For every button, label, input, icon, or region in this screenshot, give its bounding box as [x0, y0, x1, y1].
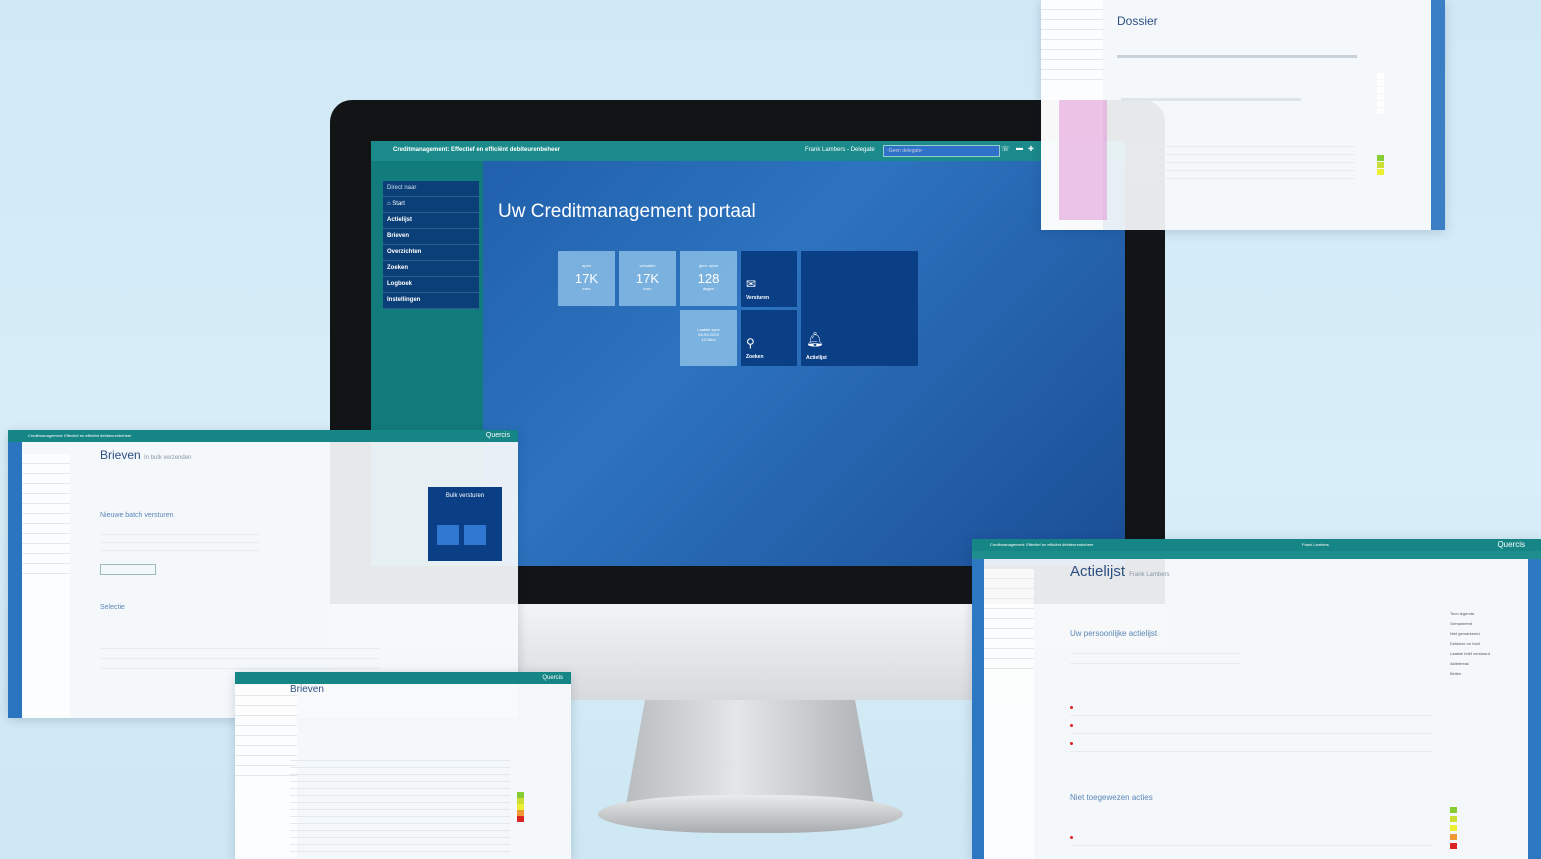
overview-legend — [517, 712, 527, 823]
envelope-icon: ✉ — [746, 277, 757, 291]
batch-title: Nieuwe batch versturen — [100, 512, 174, 519]
nav-item-logboek[interactable]: Logboek — [383, 277, 479, 293]
app-header: Creditmanagement: Effectief en efficiënt… — [371, 141, 1125, 161]
nav-item-instellingen[interactable]: Instellingen — [383, 293, 479, 309]
tile-actielijst[interactable]: 🔔︎ Actielijst — [801, 251, 918, 366]
flag-nl-icon[interactable]: ▬ — [1016, 145, 1023, 152]
dossier-scrollbar[interactable] — [1431, 0, 1445, 230]
pink-highlight — [1059, 100, 1107, 220]
brieven-overview-window: Quercis Brieven — [235, 672, 571, 859]
dossier-title: Dossier — [1117, 14, 1158, 28]
nav-header: Direct naar — [383, 181, 479, 197]
nav-item-actielijst[interactable]: Actielijst — [383, 213, 479, 229]
bell-icon: 🔔︎ — [806, 331, 824, 347]
dossier-legend — [1377, 72, 1387, 175]
selectie-title: Selectie — [100, 604, 125, 611]
monitor-base — [598, 795, 903, 833]
start-button[interactable] — [100, 564, 156, 575]
tile-open[interactable]: open 17K euro — [558, 251, 615, 306]
nav-item-brieven[interactable]: Brieven — [383, 229, 479, 245]
bulk-versturen-panel: Bulk versturen — [428, 487, 502, 561]
overview-header: Quercis — [235, 672, 571, 684]
tile-versturen[interactable]: ✉ Versturen — [741, 251, 797, 307]
brieven-header: Creditmanagement: Effectief en efficiënt… — [8, 430, 518, 442]
monitor-stand — [625, 700, 875, 810]
actielijst-legend: Toon legenda Gemarkeerd Niet gemarkeerd … — [1450, 611, 1490, 676]
overview-table — [290, 754, 510, 854]
doc-icon[interactable] — [437, 525, 459, 545]
nav-item-zoeken[interactable]: Zoeken — [383, 261, 479, 277]
nav-item-overzichten[interactable]: Overzichten — [383, 245, 479, 261]
actielijst-window: Creditmanagement: Effectief en efficiënt… — [972, 539, 1541, 859]
tile-gem-open[interactable]: gem. open 128 dagen — [680, 251, 737, 306]
overview-sidebar — [235, 686, 297, 859]
tile-zoeken[interactable]: ⚲ Zoeken — [741, 310, 797, 366]
phone-icon[interactable]: ☏ — [1001, 145, 1010, 153]
flag-uk-icon[interactable]: ✚ — [1028, 145, 1034, 153]
send-icon[interactable] — [464, 525, 486, 545]
tile-vervallen[interactable]: vervallen 17K euro — [619, 251, 676, 306]
nav-item-start[interactable]: ⌂ Start — [383, 197, 479, 213]
actielijst-brand: Quercis — [1497, 540, 1525, 549]
tile-laatste-sync: Laatste sync 08-09-2023 13:18uu — [680, 310, 737, 366]
brand-logo: Quercis — [485, 432, 510, 439]
personal-section: Uw persoonlijke actielijst — [1070, 629, 1158, 638]
app-title: Creditmanagement: Effectief en efficiënt… — [393, 147, 561, 153]
overview-title: Brieven — [290, 684, 324, 695]
actielijst-title: Actielijst Frank Lambers — [1070, 563, 1170, 580]
age-legend — [1450, 805, 1460, 850]
user-name: Frank Lambers - Delegate — [805, 147, 875, 153]
actielijst-header: Creditmanagement: Effectief en efficiënt… — [972, 539, 1541, 551]
dossier-window: Dossier — [1041, 0, 1445, 230]
brieven-title: Brieven In bulk verzenden — [100, 448, 192, 462]
search-icon: ⚲ — [746, 336, 755, 350]
page-title: Uw Creditmanagement portaal — [498, 201, 756, 222]
unassigned-section: Niet toegewezen acties — [1070, 793, 1153, 802]
delegate-select[interactable]: -Geen delegate- — [883, 145, 1000, 157]
sidebar-nav: Direct naar ⌂ Start Actielijst Brieven O… — [383, 181, 479, 309]
